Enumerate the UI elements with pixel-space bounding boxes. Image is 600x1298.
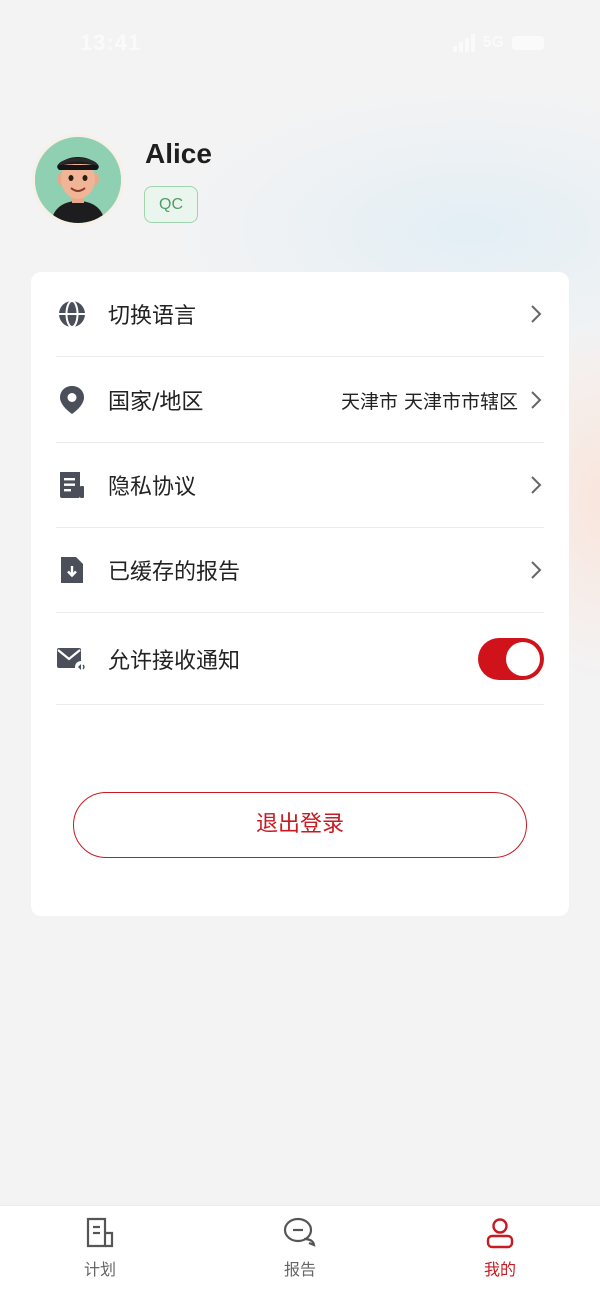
menu-item-privacy[interactable]: 隐私协议 — [56, 443, 544, 528]
location-pin-icon — [56, 384, 88, 416]
tab-mine[interactable]: 我的 — [440, 1214, 560, 1284]
logout-button[interactable]: 退出登录 — [73, 792, 527, 858]
toggle-knob — [506, 641, 540, 676]
avatar-illustration — [35, 137, 121, 223]
tab-report[interactable]: 报告 — [240, 1214, 360, 1284]
menu-item-language[interactable]: 切换语言 — [56, 272, 544, 357]
status-indicators: 5G — [452, 34, 544, 52]
menu-item-label: 允许接收通知 — [108, 648, 241, 674]
region-value: 天津市 天津市市辖区 — [340, 390, 518, 413]
menu-item-label: 隐私协议 — [108, 475, 197, 500]
menu-item-cached-reports[interactable]: 已缓存的报告 — [56, 528, 544, 613]
signal-icon — [452, 34, 475, 52]
profile-header: Alice QC — [32, 134, 572, 234]
avatar[interactable] — [32, 134, 124, 226]
network-type: 5G — [482, 34, 504, 51]
chat-bubble-icon — [240, 1214, 360, 1252]
menu-item-label: 国家/地区 — [108, 390, 204, 415]
status-bar: 13:41 5G — [0, 22, 600, 66]
chevron-right-icon — [528, 388, 544, 412]
battery-icon — [512, 36, 544, 50]
user-name: Alice — [145, 138, 212, 169]
notifications-toggle[interactable] — [478, 637, 544, 680]
mail-bell-icon — [56, 643, 88, 675]
plan-doc-icon — [40, 1214, 160, 1252]
menu-item-region[interactable]: 国家/地区 天津市 天津市市辖区 — [56, 358, 544, 443]
chevron-right-icon — [528, 302, 544, 326]
role-badge: QC — [144, 186, 198, 223]
tab-label: 我的 — [483, 1260, 516, 1279]
tab-label: 计划 — [83, 1260, 116, 1279]
tab-plan[interactable]: 计划 — [40, 1214, 160, 1284]
document-icon — [56, 469, 88, 501]
tab-label: 报告 — [283, 1260, 316, 1279]
status-time: 13:41 — [80, 30, 142, 55]
menu-item-label: 已缓存的报告 — [108, 560, 241, 585]
bottom-tab-bar: 计划 报告 我的 — [0, 1205, 600, 1298]
chevron-right-icon — [528, 558, 544, 582]
settings-card: 切换语言 国家/地区 天津市 天津市市辖区 隐私协议 已缓存的报告 允许接收通知… — [31, 272, 569, 916]
menu-item-label: 切换语言 — [108, 304, 197, 329]
file-download-icon — [56, 554, 88, 586]
user-icon — [440, 1214, 560, 1252]
chevron-right-icon — [528, 473, 544, 497]
menu-item-notifications: 允许接收通知 — [56, 613, 544, 705]
globe-icon — [56, 298, 88, 330]
